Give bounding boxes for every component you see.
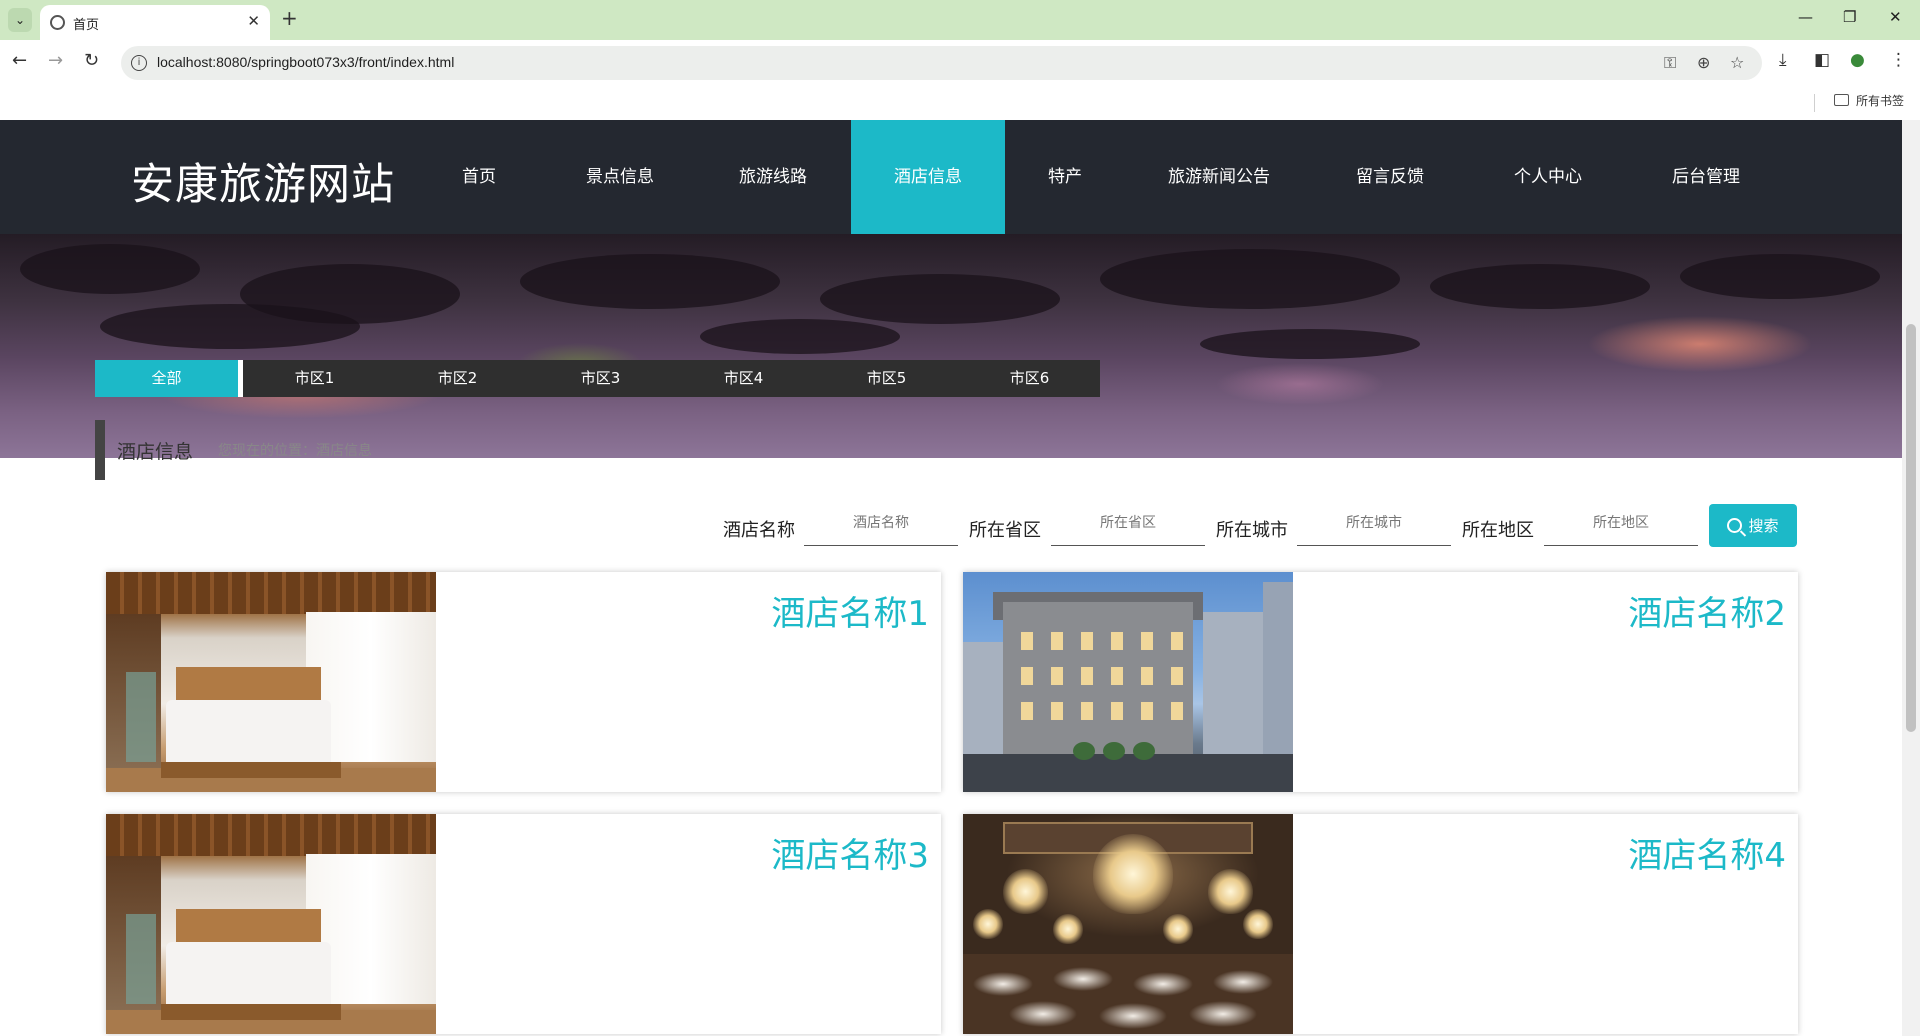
minimize-icon[interactable]: — [1798, 8, 1813, 26]
hotel-name-label: 酒店名称 [723, 520, 795, 541]
city-label: 所在城市 [1216, 520, 1288, 541]
hotel-card[interactable]: 酒店名称2 [963, 572, 1798, 792]
filter-district-5[interactable]: 市区5 [815, 360, 958, 397]
filter-district-1[interactable]: 市区1 [243, 360, 386, 397]
section-title: 酒店信息 [117, 441, 194, 463]
nav-item-specialties[interactable]: 特产 [1015, 120, 1115, 234]
tab-search-chevron-icon[interactable]: ⌄ [8, 8, 32, 32]
hotel-card[interactable]: 酒店名称1 [106, 572, 941, 792]
zoom-icon[interactable]: ⊕ [1697, 53, 1710, 72]
hotel-card[interactable]: 酒店名称4 [963, 814, 1798, 1034]
hotel-card[interactable]: 酒店名称3 [106, 814, 941, 1034]
restore-icon[interactable]: ❐ [1843, 8, 1856, 26]
search-button-label: 搜索 [1748, 518, 1779, 535]
section-marker [95, 420, 105, 480]
browser-toolbar: ← → ↻ i localhost:8080/springboot073x3/f… [0, 40, 1920, 86]
scrollbar-thumb[interactable] [1906, 324, 1916, 732]
address-bar[interactable]: i localhost:8080/springboot073x3/front/i… [121, 46, 1762, 80]
forward-arrow-icon[interactable]: → [48, 50, 63, 71]
profile-avatar-icon[interactable]: ● [1850, 50, 1865, 70]
filter-all[interactable]: 全部 [95, 360, 238, 397]
hero-banner-image [0, 234, 1902, 458]
browser-tab[interactable]: 首页 ✕ [40, 5, 270, 40]
bookmarks-divider [1814, 94, 1815, 112]
nav-item-home[interactable]: 首页 [429, 120, 529, 234]
site-info-icon[interactable]: i [131, 55, 147, 71]
password-key-icon[interactable]: ⚿ [1664, 53, 1676, 73]
tab-title: 首页 [73, 18, 100, 33]
hotel-name-input[interactable] [804, 501, 958, 546]
site-title: 安康旅游网站 [131, 160, 395, 210]
district-label: 所在地区 [1462, 520, 1534, 541]
download-icon[interactable]: ⤓ [1779, 50, 1787, 70]
nav-item-routes[interactable]: 旅游线路 [712, 120, 834, 234]
reload-icon[interactable]: ↻ [84, 50, 99, 71]
search-button[interactable]: 搜索 [1709, 504, 1797, 547]
filter-district-2[interactable]: 市区2 [386, 360, 529, 397]
back-arrow-icon[interactable]: ← [12, 50, 27, 71]
bookmark-star-icon[interactable]: ☆ [1730, 53, 1744, 72]
close-window-icon[interactable]: ✕ [1889, 8, 1902, 26]
browser-tab-strip: ⌄ 首页 ✕ + — ❐ ✕ [0, 0, 1920, 40]
filter-district-4[interactable]: 市区4 [672, 360, 815, 397]
filter-district-6[interactable]: 市区6 [958, 360, 1101, 397]
nav-item-profile[interactable]: 个人中心 [1488, 120, 1608, 234]
globe-icon [50, 15, 65, 30]
bookmarks-bar: 所有书签 [0, 86, 1920, 120]
search-icon [1727, 518, 1743, 533]
breadcrumb: 您现在的位置：酒店信息 [218, 443, 372, 459]
side-panel-icon[interactable]: ◧ [1814, 50, 1830, 70]
nav-item-feedback[interactable]: 留言反馈 [1330, 120, 1450, 234]
province-input[interactable] [1051, 501, 1205, 546]
city-input[interactable] [1297, 501, 1451, 546]
nav-item-hotels[interactable]: 酒店信息 [851, 120, 1005, 234]
district-input[interactable] [1544, 501, 1698, 546]
nav-item-attractions[interactable]: 景点信息 [559, 120, 681, 234]
hotel-bedroom-image [106, 814, 436, 1034]
district-filter-bar: 全部 市区1 市区2 市区3 市区4 市区5 市区6 [95, 360, 1100, 397]
close-tab-icon[interactable]: ✕ [247, 12, 260, 30]
hotel-building-image [963, 572, 1293, 792]
nav-item-news[interactable]: 旅游新闻公告 [1148, 120, 1290, 234]
hotel-name[interactable]: 酒店名称2 [1628, 586, 1786, 635]
page-scrollbar[interactable] [1902, 120, 1920, 1036]
new-tab-icon[interactable]: + [281, 6, 298, 30]
hotel-bedroom-image [106, 572, 436, 792]
province-label: 所在省区 [969, 520, 1041, 541]
page-viewport: 安康旅游网站 首页 景点信息 旅游线路 酒店信息 特产 旅游新闻公告 留言反馈 … [0, 120, 1902, 1036]
hotel-ballroom-image [963, 814, 1293, 1034]
site-header: 安康旅游网站 首页 景点信息 旅游线路 酒店信息 特产 旅游新闻公告 留言反馈 … [0, 120, 1902, 234]
menu-kebab-icon[interactable]: ⋮ [1890, 50, 1907, 70]
hotel-name[interactable]: 酒店名称4 [1628, 828, 1786, 877]
all-bookmarks-button[interactable]: 所有书签 [1856, 92, 1904, 109]
nav-item-admin[interactable]: 后台管理 [1646, 120, 1766, 234]
hotel-name[interactable]: 酒店名称1 [771, 586, 929, 635]
folder-icon [1834, 94, 1849, 106]
hotel-name[interactable]: 酒店名称3 [771, 828, 929, 877]
filter-district-3[interactable]: 市区3 [529, 360, 672, 397]
url-text[interactable]: localhost:8080/springboot073x3/front/ind… [157, 54, 454, 70]
